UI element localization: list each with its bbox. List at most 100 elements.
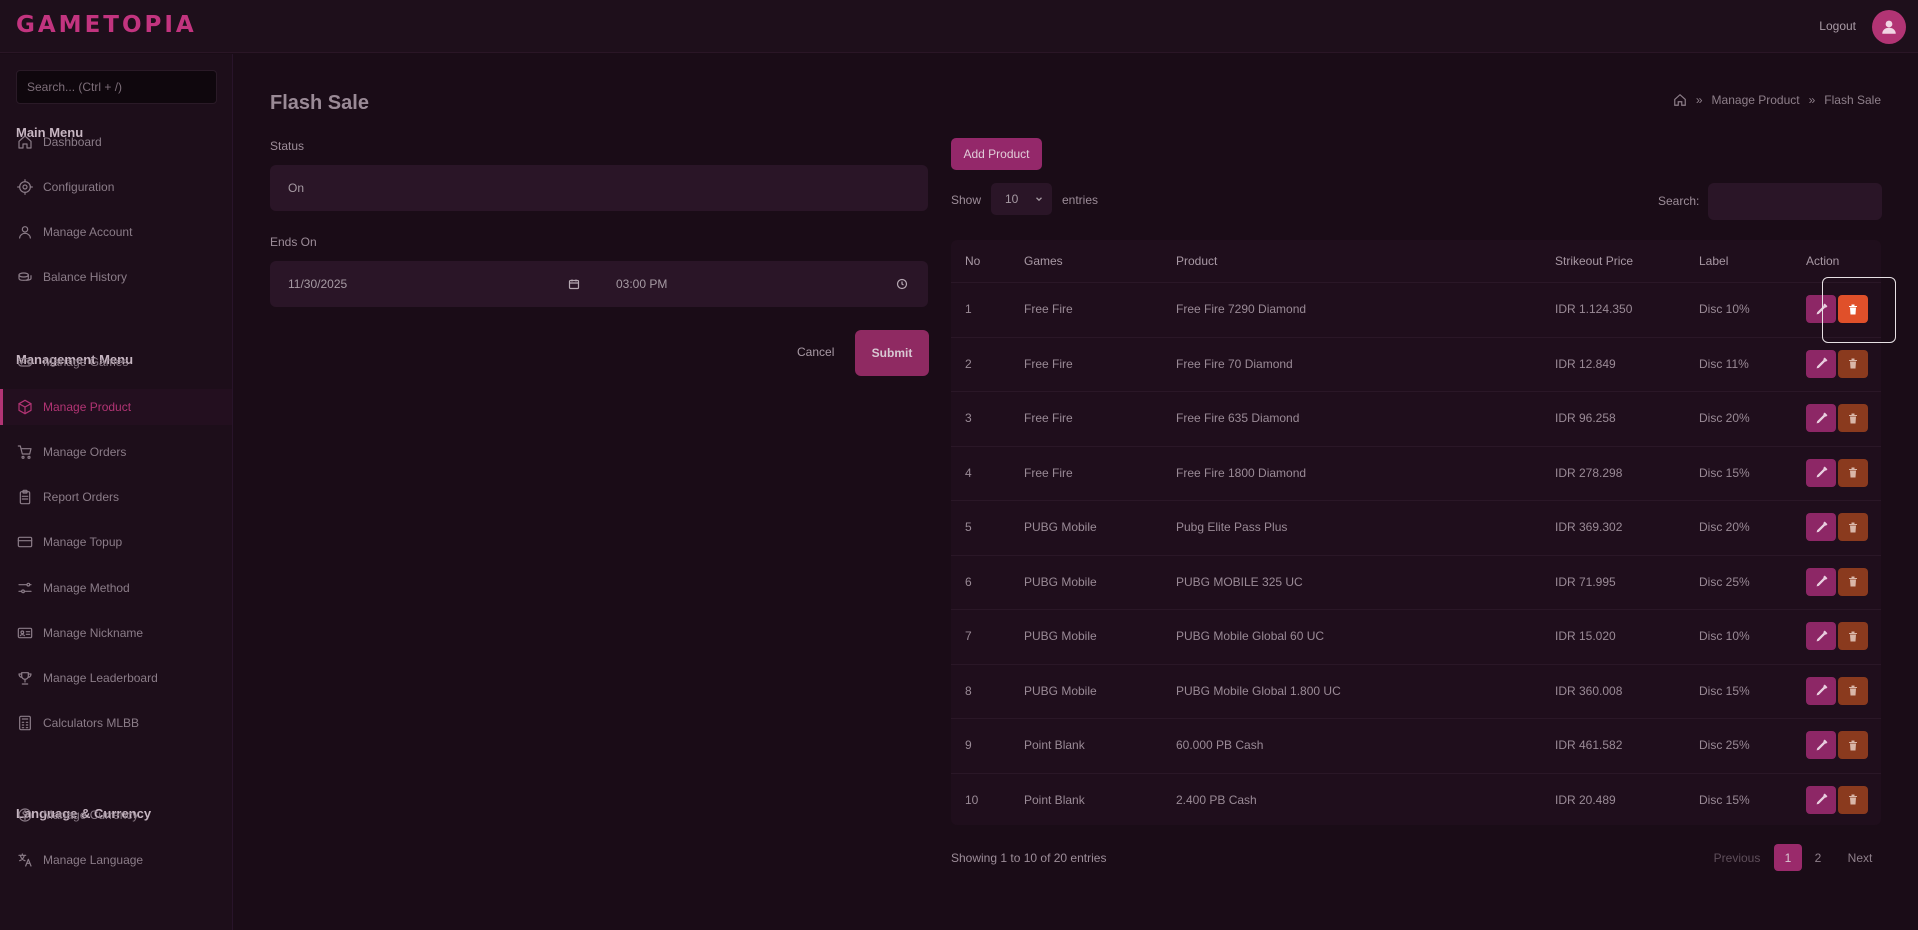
time-input[interactable]: 03:00 PM [616,261,667,307]
table-row: 4 Free Fire Free Fire 1800 Diamond IDR 278.… [951,445,1881,500]
home-icon[interactable] [1673,93,1687,107]
cell-product: Free Fire 7290 Diamond [1176,302,1307,316]
calendar-icon[interactable] [568,278,580,290]
edit-button[interactable] [1806,458,1836,487]
table-row: 8 PUBG Mobile PUBG Mobile Global 1.800 UC I… [951,663,1881,718]
delete-button[interactable] [1838,785,1868,814]
page-2-button[interactable]: 2 [1804,844,1832,871]
submit-button[interactable]: Submit [855,330,929,376]
logout-link[interactable]: Logout [1819,19,1856,33]
delete-button[interactable] [1838,458,1868,487]
edit-button[interactable] [1806,622,1836,650]
sidebar-item-manage-currency[interactable]: Manage Currency [0,797,232,833]
delete-button[interactable] [1838,731,1868,759]
entries-select[interactable]: 10 [991,183,1052,215]
sidebar-item-label: Manage Orders [43,445,127,459]
cell-product: 60.000 PB Cash [1176,738,1264,752]
delete-button[interactable] [1838,349,1868,378]
trash-icon [1849,413,1857,423]
sidebar-item-manage-language[interactable]: Manage Language [0,842,232,878]
trophy-icon [18,672,32,685]
clock-icon[interactable] [896,278,908,290]
cell-label: Disc 11% [1699,356,1749,371]
delete-button[interactable] [1838,567,1868,596]
cell-label: Disc 15% [1699,792,1750,807]
previous-page-button[interactable]: Previous [1703,844,1771,871]
edit-button[interactable] [1806,404,1836,432]
sidebar-item-balance-history[interactable]: Balance History [0,259,232,295]
edit-button[interactable] [1806,567,1836,596]
delete-button[interactable] [1838,676,1868,705]
cell-game: Free Fire [1024,302,1073,316]
cell-no: 8 [965,683,972,698]
cell-strikeout-price: IDR 360.008 [1555,683,1623,698]
edit-button[interactable] [1806,731,1836,759]
gamepad-icon [17,358,33,367]
column-header-strikeout-price[interactable]: Strikeout Price [1555,254,1633,268]
gear-icon [17,179,33,195]
cell-game: PUBG Mobile [1024,520,1097,534]
card-icon [17,536,33,548]
sidebar-item-configuration[interactable]: Configuration [0,169,232,205]
ends-on-field: 11/30/2025 03:00 PM [270,261,928,307]
next-page-button[interactable]: Next [1838,844,1882,871]
edit-button[interactable] [1806,676,1836,705]
sidebar-item-label: Manage Nickname [43,626,144,640]
pencil-icon [1816,466,1827,478]
add-product-button[interactable]: Add Product [951,138,1042,170]
app-logo[interactable]: GAMETOPIA [16,12,197,38]
sidebar-item-report-orders[interactable]: Report Orders [0,479,232,515]
sidebar-item-label: Configuration [43,180,115,194]
cell-no: 2 [965,356,972,371]
edit-button[interactable] [1806,785,1836,814]
cell-strikeout-price: IDR 461.582 [1555,738,1623,752]
status-field[interactable]: On [270,165,928,211]
cell-product: 2.400 PB Cash [1176,792,1257,807]
column-header-no[interactable]: No [965,254,980,268]
id-card-icon [17,627,33,639]
delete-button[interactable] [1838,404,1868,432]
delete-button[interactable] [1838,513,1868,541]
sidebar-item-manage-product[interactable]: Manage Product [0,389,232,425]
table-row: 1 Free Fire Free Fire 7290 Diamond IDR 1.12… [951,282,1881,336]
edit-button[interactable] [1806,513,1836,541]
sidebar-item-manage-orders[interactable]: Manage Orders [0,434,232,470]
cancel-button[interactable]: Cancel [797,345,834,359]
sidebar-item-manage-account[interactable]: Manage Account [0,214,232,250]
cell-no: 7 [965,629,972,643]
page-1-button[interactable]: 1 [1774,844,1802,871]
sidebar-search-input[interactable] [16,70,217,104]
status-value: On [288,181,305,195]
edit-button[interactable] [1806,349,1836,378]
translate-icon [18,853,32,867]
cell-strikeout-price: IDR 12.849 [1555,356,1616,371]
column-header-games[interactable]: Games [1024,254,1063,268]
cell-no: 9 [965,738,972,752]
trash-icon [1849,576,1857,587]
cell-game: PUBG Mobile [1024,574,1097,589]
cell-label: Disc 20% [1699,411,1750,425]
cell-label: Disc 10% [1699,302,1750,316]
sidebar-item-manage-method[interactable]: Manage Method [0,570,232,606]
sidebar-item-dashboard[interactable]: Dashboard [0,124,232,160]
cell-product: Pubg Elite Pass Plus [1176,520,1288,534]
delete-button[interactable] [1838,622,1868,650]
user-avatar[interactable] [1872,10,1906,44]
sidebar-item-manage-games[interactable]: Manage Games [0,344,232,380]
pencil-icon [1816,575,1827,587]
sidebar-item-label: Manage Games [43,355,129,369]
table-search-input[interactable] [1708,183,1882,220]
cell-no: 10 [965,792,979,807]
date-input[interactable]: 11/30/2025 [288,261,347,307]
column-header-product[interactable]: Product [1176,254,1217,268]
sidebar-item-calculators-mlbb[interactable]: Calculators MLBB [0,705,232,741]
status-label: Status [270,139,305,153]
column-header-label[interactable]: Label [1699,254,1728,268]
sidebar-item-manage-topup[interactable]: Manage Topup [0,524,232,560]
sidebar-item-manage-nickname[interactable]: Manage Nickname [0,615,232,651]
table-row: 3 Free Fire Free Fire 635 Diamond IDR 96.25… [951,391,1881,445]
breadcrumb-parent[interactable]: Manage Product [1712,93,1800,107]
trash-icon [1849,740,1857,750]
breadcrumb-separator: » [1808,93,1816,107]
sidebar-item-manage-leaderboard[interactable]: Manage Leaderboard [0,660,232,696]
